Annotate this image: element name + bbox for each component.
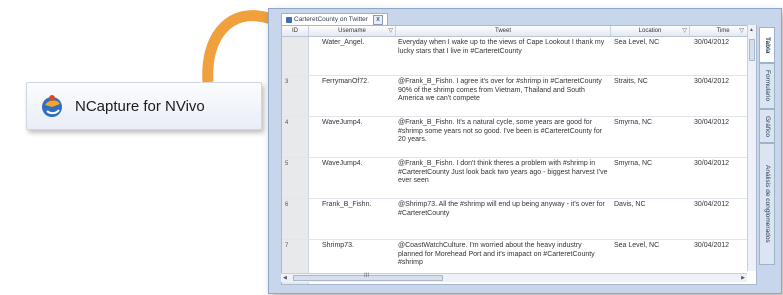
scroll-grip: III — [364, 273, 370, 279]
row-header[interactable]: 5 — [282, 158, 309, 198]
table-row[interactable]: 3 FerrymanOf72. @Frank_B_Fishn. I agree … — [282, 76, 756, 117]
row-header[interactable] — [282, 37, 309, 75]
tab-carteret-county[interactable]: CarteretCounty on Twitter x — [281, 13, 388, 25]
tab-analisis-conglomerados[interactable]: Análisis de conglomerados — [759, 143, 775, 265]
location-cell[interactable]: Sea Level, NC — [614, 242, 682, 251]
username-cell[interactable]: Frank_B_Fishn. — [322, 201, 392, 210]
column-location[interactable]: Location ▽ — [611, 26, 690, 36]
dataset-table: ID Username ▽ Tweet Location ▽ Time ▽ ▽ … — [281, 25, 757, 285]
tweet-cell[interactable]: @CoastWatchCulture. I'm worried about th… — [398, 242, 608, 268]
location-cell[interactable]: Davis, NC — [614, 201, 682, 210]
column-username[interactable]: Username ▽ — [309, 26, 396, 36]
row-number: 7 — [285, 243, 289, 249]
scroll-right-icon[interactable]: ▶ — [741, 275, 745, 281]
tweet-cell[interactable]: @Frank_B_Fishn. It's a natural cycle, so… — [398, 119, 608, 145]
ncapture-logo-icon — [42, 95, 62, 117]
column-time-label: Time — [716, 28, 730, 34]
table-row[interactable]: 4 WaveJump4. @Frank_B_Fishn. It's a natu… — [282, 117, 756, 158]
dataset-icon — [286, 16, 292, 23]
tweet-cell[interactable]: Everyday when I wake up to the views of … — [398, 39, 608, 56]
horizontal-scroll-thumb[interactable]: III — [293, 273, 443, 281]
row-header[interactable]: 3 — [282, 76, 309, 116]
username-cell[interactable]: Shrimp73. — [322, 242, 392, 251]
row-number: 5 — [285, 161, 289, 167]
column-tweet-label: Tweet — [494, 28, 511, 34]
time-cell[interactable]: 30/04/2012 — [694, 78, 744, 87]
time-cell[interactable]: 30/04/2012 — [694, 242, 744, 251]
ncapture-button[interactable]: NCapture for NVivo — [26, 82, 262, 130]
row-header[interactable]: 6 — [282, 199, 309, 239]
row-number: 3 — [285, 79, 289, 85]
username-cell[interactable]: WaveJump4. — [322, 160, 392, 169]
close-icon[interactable]: x — [372, 14, 383, 25]
filter-icon[interactable]: ▽ — [388, 28, 393, 34]
table-row[interactable]: 5 WaveJump4. @Frank_B_Fishn. I don't thi… — [282, 158, 756, 199]
vertical-scrollbar[interactable]: ▲ — [747, 25, 756, 271]
row-header[interactable]: 4 — [282, 117, 309, 157]
table-header: ID Username ▽ Tweet Location ▽ Time ▽ ▽ — [282, 26, 756, 37]
dataset-window: CarteretCounty on Twitter x ID Username … — [268, 8, 782, 294]
location-cell[interactable]: Smyrna, NC — [614, 160, 682, 169]
filter-icon[interactable]: ▽ — [739, 28, 744, 34]
column-username-label: Username — [338, 28, 366, 34]
tab-label: CarteretCounty on Twitter — [294, 16, 368, 23]
tweet-cell[interactable]: @Frank_B_Fishn. I agree it's over for #s… — [398, 78, 608, 104]
time-cell[interactable]: 30/04/2012 — [694, 39, 744, 48]
table-row[interactable]: Water_Angel. Everyday when I wake up to … — [282, 37, 756, 76]
vertical-scroll-thumb[interactable] — [749, 39, 755, 61]
filter-icon[interactable]: ▽ — [682, 28, 687, 34]
scroll-left-icon[interactable]: ◀ — [283, 275, 287, 281]
column-id[interactable]: ID — [282, 26, 309, 36]
row-number: 4 — [285, 120, 289, 126]
tweet-cell[interactable]: @Shrimp73. All the #shrimp will end up b… — [398, 201, 608, 218]
location-cell[interactable]: Sea Level, NC — [614, 39, 682, 48]
horizontal-scrollbar[interactable]: ◀ III ▶ — [281, 273, 747, 282]
scroll-up-icon[interactable]: ▲ — [749, 27, 754, 33]
time-cell[interactable]: 30/04/2012 — [694, 201, 744, 210]
column-id-label: ID — [292, 28, 298, 34]
column-location-label: Location — [638, 28, 662, 34]
view-tabs: Tabla Formulario Gráfico Análisis de con… — [757, 25, 779, 275]
tweet-cell[interactable]: @Frank_B_Fishn. I don't think theres a p… — [398, 160, 608, 186]
tab-formulario[interactable]: Formulario — [759, 63, 775, 109]
row-number: 6 — [285, 202, 289, 208]
document-tabbar: CarteretCounty on Twitter x — [281, 13, 388, 25]
username-cell[interactable]: WaveJump4. — [322, 119, 392, 128]
location-cell[interactable]: Smyrna, NC — [614, 119, 682, 128]
table-row[interactable]: 6 Frank_B_Fishn. @Shrimp73. All the #shr… — [282, 199, 756, 240]
time-cell[interactable]: 30/04/2012 — [694, 119, 744, 128]
ncapture-label: NCapture for NVivo — [75, 97, 205, 115]
time-cell[interactable]: 30/04/2012 — [694, 160, 744, 169]
username-cell[interactable]: FerrymanOf72. — [322, 78, 392, 87]
tab-tabla[interactable]: Tabla — [759, 27, 775, 63]
location-cell[interactable]: Straits, NC — [614, 78, 682, 87]
column-tweet[interactable]: Tweet — [396, 26, 611, 36]
username-cell[interactable]: Water_Angel. — [322, 39, 392, 48]
tab-grafico[interactable]: Gráfico — [759, 109, 775, 143]
